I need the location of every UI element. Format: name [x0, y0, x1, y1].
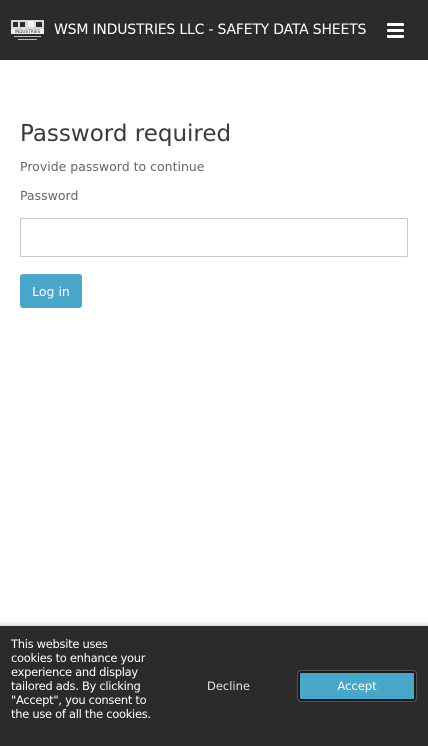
cookie-message: This website uses cookies to enhance you… [11, 637, 151, 721]
site-header: INDUSTRIES WSM INDUSTRIES LLC - SAFETY D… [0, 0, 428, 60]
password-label: Password [20, 188, 79, 203]
page-title: Password required [20, 121, 232, 147]
hamburger-menu-icon[interactable] [385, 19, 407, 41]
cookie-banner: This website uses cookies to enhance you… [0, 626, 428, 746]
form-subtitle: Provide password to continue [20, 159, 205, 174]
site-title[interactable]: WSM INDUSTRIES LLC - SAFETY DATA SHEETS [54, 19, 376, 41]
password-form: Password required Provide password to co… [20, 118, 408, 308]
logo-text: INDUSTRIES [15, 29, 41, 34]
login-button[interactable]: Log in [20, 274, 82, 308]
accept-button[interactable]: Accept [297, 670, 417, 702]
menu-bar [387, 29, 404, 32]
company-logo-icon[interactable]: INDUSTRIES [10, 17, 45, 43]
menu-bar [387, 23, 404, 26]
password-input[interactable] [20, 218, 408, 257]
decline-button[interactable]: Decline [188, 671, 269, 700]
menu-bar [387, 35, 404, 38]
